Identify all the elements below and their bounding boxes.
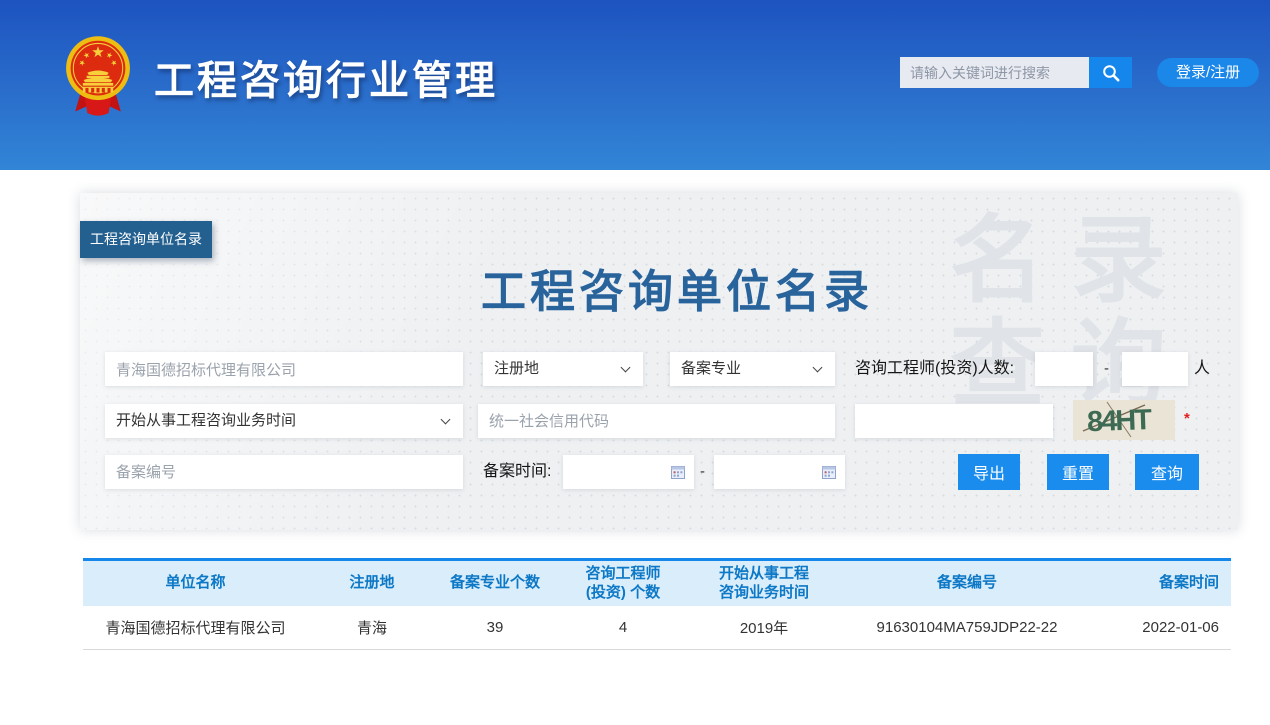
cell-record-number: 91630104MA759JDP22-22 (836, 606, 1098, 649)
search-button[interactable] (1089, 57, 1132, 88)
calendar-icon (822, 465, 836, 479)
specialty-select-value: 备案专业 (681, 360, 741, 377)
calendar-icon (671, 465, 685, 479)
start-time-select-value: 开始从事工程咨询业务时间 (116, 412, 296, 429)
cell-start-time: 2019年 (692, 606, 836, 649)
engineer-min-input[interactable] (1035, 352, 1093, 386)
site-header: 工程咨询行业管理 登录/注册 (0, 0, 1270, 170)
national-emblem-icon (60, 32, 136, 118)
record-time-label: 备案时间: (483, 455, 551, 489)
column-header-specialty-count: 备案专业个数 (436, 561, 554, 606)
column-header-region: 注册地 (308, 561, 436, 606)
column-header-engineer-count: 咨询工程师 (投资) 个数 (554, 561, 692, 606)
chevron-down-icon (441, 415, 451, 425)
person-unit-label: 人 (1194, 352, 1210, 386)
company-name-input[interactable] (105, 352, 463, 386)
login-register-button[interactable]: 登录/注册 (1157, 58, 1259, 87)
chevron-down-icon (813, 363, 823, 373)
column-header-record-time: 备案时间 (1098, 561, 1231, 606)
header-search (900, 57, 1132, 88)
column-header-record-number: 备案编号 (836, 561, 1098, 606)
content-panel: 名录 查询 工程咨询单位名录 工程咨询单位名录 注册地 备案专业 咨询工程师(投… (80, 193, 1238, 530)
svg-text:84HT: 84HT (1086, 404, 1152, 438)
cell-specialty-count: 39 (436, 606, 554, 649)
specialty-select[interactable]: 备案专业 (670, 352, 835, 386)
tab-unit-directory[interactable]: 工程咨询单位名录 (80, 221, 212, 258)
search-icon (1101, 63, 1121, 83)
table-header-row: 单位名称 注册地 备案专业个数 咨询工程师 (投资) 个数 开始从事工程 咨询业… (83, 561, 1231, 606)
cell-region: 青海 (308, 606, 436, 649)
site-title: 工程咨询行业管理 (154, 48, 498, 106)
record-date-from-input[interactable] (563, 455, 694, 489)
region-select-value: 注册地 (494, 360, 539, 377)
captcha-input[interactable] (855, 404, 1053, 438)
range-dash: - (1104, 352, 1109, 386)
search-input[interactable] (900, 57, 1089, 88)
range-dash: - (700, 455, 705, 489)
region-select[interactable]: 注册地 (483, 352, 643, 386)
reset-button[interactable]: 重置 (1047, 454, 1109, 490)
export-button[interactable]: 导出 (958, 454, 1020, 490)
column-header-start-time: 开始从事工程 咨询业务时间 (692, 561, 836, 606)
captcha-image[interactable]: 84HT (1073, 400, 1175, 440)
page-title: 工程咨询单位名录 (80, 255, 1238, 320)
table-row: 青海国德招标代理有限公司 青海 39 4 2019年 91630104MA759… (83, 606, 1231, 649)
cell-engineer-count: 4 (554, 606, 692, 649)
query-button[interactable]: 查询 (1135, 454, 1199, 490)
page: 工程咨询行业管理 登录/注册 名录 查询 工程咨询单位名录 工程咨询单位名录 注… (0, 0, 1270, 725)
record-number-input[interactable] (105, 455, 463, 489)
results-table: 单位名称 注册地 备案专业个数 咨询工程师 (投资) 个数 开始从事工程 咨询业… (83, 558, 1231, 650)
cell-record-time: 2022-01-06 (1098, 606, 1231, 649)
start-time-select[interactable]: 开始从事工程咨询业务时间 (105, 404, 463, 438)
required-asterisk: * (1184, 404, 1190, 434)
cell-unit-name: 青海国德招标代理有限公司 (83, 606, 308, 649)
credit-code-input[interactable] (478, 404, 835, 438)
column-header-unit-name: 单位名称 (83, 561, 308, 606)
engineer-count-label: 咨询工程师(投资)人数: (855, 352, 1014, 386)
record-date-to-input[interactable] (714, 455, 845, 489)
chevron-down-icon (621, 363, 631, 373)
engineer-max-input[interactable] (1122, 352, 1188, 386)
